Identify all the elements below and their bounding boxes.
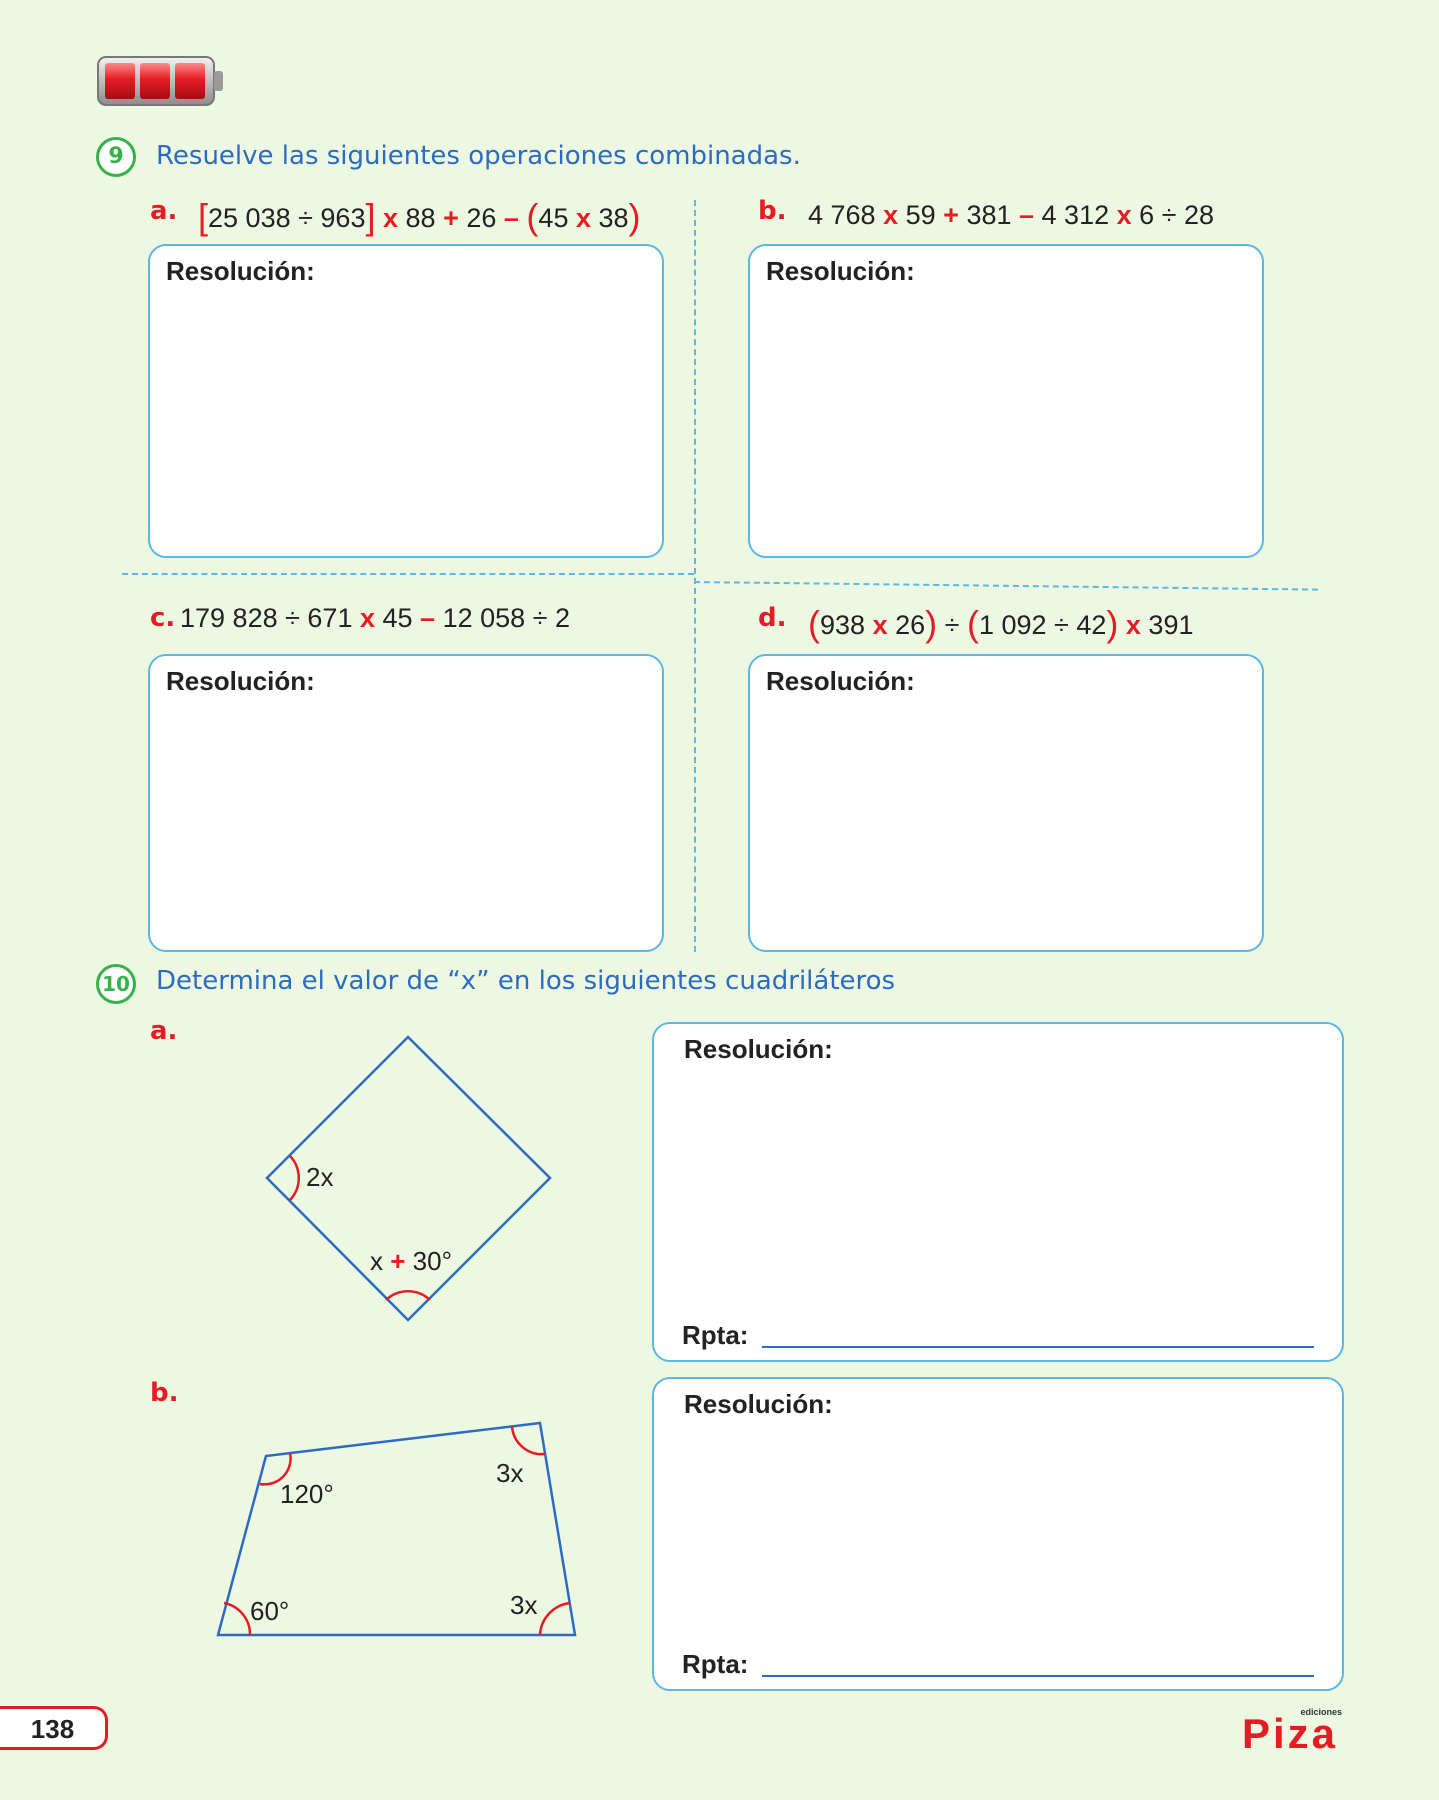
resolution-box-c[interactable]: Resolución: (148, 654, 664, 952)
item-letter: c. (150, 603, 176, 633)
horizontal-divider-left (122, 573, 694, 575)
angle-arc-bottom (385, 1290, 431, 1301)
angle-label-top-left: 120° (280, 1479, 334, 1509)
expression-a: [25 038 ÷ 963] x 88 + 26 – (45 x 38) (198, 196, 641, 237)
resolution-box-b[interactable]: Resolución: (748, 244, 1264, 558)
item-letter: a. (150, 1016, 178, 1046)
exercise-number-9: 9 (96, 137, 136, 177)
angle-arc-bottom-left (223, 1601, 252, 1636)
box-label: Resolución: (166, 256, 315, 286)
angle-label-top-right: 3x (496, 1458, 523, 1488)
expression-b: 4 768 x 59 + 381 – 4 312 x 6 ÷ 28 (808, 200, 1215, 230)
resolution-box-d[interactable]: Resolución: (748, 654, 1264, 952)
resolution-box-a[interactable]: Resolución: (148, 244, 664, 558)
exercise-title: Determina el valor de “x” en los siguien… (156, 966, 896, 996)
box-label: Resolución: (684, 1389, 833, 1419)
answer-label: Rpta: (682, 1649, 749, 1679)
resolution-box-10a[interactable]: Resolución: Rpta: (652, 1022, 1344, 1362)
angle-arc-left (289, 1155, 300, 1201)
box-label: Resolución: (684, 1034, 833, 1064)
quadrilateral-a: 2x x + 30° (265, 1035, 552, 1322)
box-label: Resolución: (766, 666, 915, 696)
box-label: Resolución: (766, 256, 915, 286)
angle-label-bottom-left: 60° (250, 1596, 289, 1626)
expression-d: (938 x 26) ÷ (1 092 ÷ 42) x 391 (808, 603, 1194, 644)
angle-label-bottom-right: 3x (510, 1590, 537, 1620)
battery-icon (97, 56, 223, 106)
expression-c: 179 828 ÷ 671 x 45 – 12 058 ÷ 2 (180, 603, 570, 633)
page-number: 138 (0, 1706, 108, 1750)
resolution-box-10b[interactable]: Resolución: Rpta: (652, 1377, 1344, 1691)
vertical-divider (694, 200, 696, 952)
angle-arc-bottom-right (538, 1601, 571, 1636)
publisher-logo: ediciones Piza (1242, 1707, 1342, 1756)
horizontal-divider-right (693, 581, 1318, 591)
answer-line[interactable] (762, 1346, 1314, 1348)
exercise-title: Resuelve las siguientes operaciones comb… (156, 141, 801, 171)
item-letter: b. (758, 196, 787, 226)
quadrilateral-b: 120° 3x 60° 3x (216, 1421, 577, 1637)
exercise-number-10: 10 (96, 964, 136, 1004)
item-letter: a. (150, 196, 178, 226)
angle-label-left: 2x (306, 1162, 333, 1192)
answer-line[interactable] (762, 1675, 1314, 1677)
answer-label: Rpta: (682, 1320, 749, 1350)
angle-label-bottom: x + 30° (370, 1246, 452, 1276)
box-label: Resolución: (166, 666, 315, 696)
item-letter: b. (150, 1378, 179, 1408)
logo-text: Piza (1242, 1710, 1338, 1756)
item-letter: d. (758, 603, 787, 633)
